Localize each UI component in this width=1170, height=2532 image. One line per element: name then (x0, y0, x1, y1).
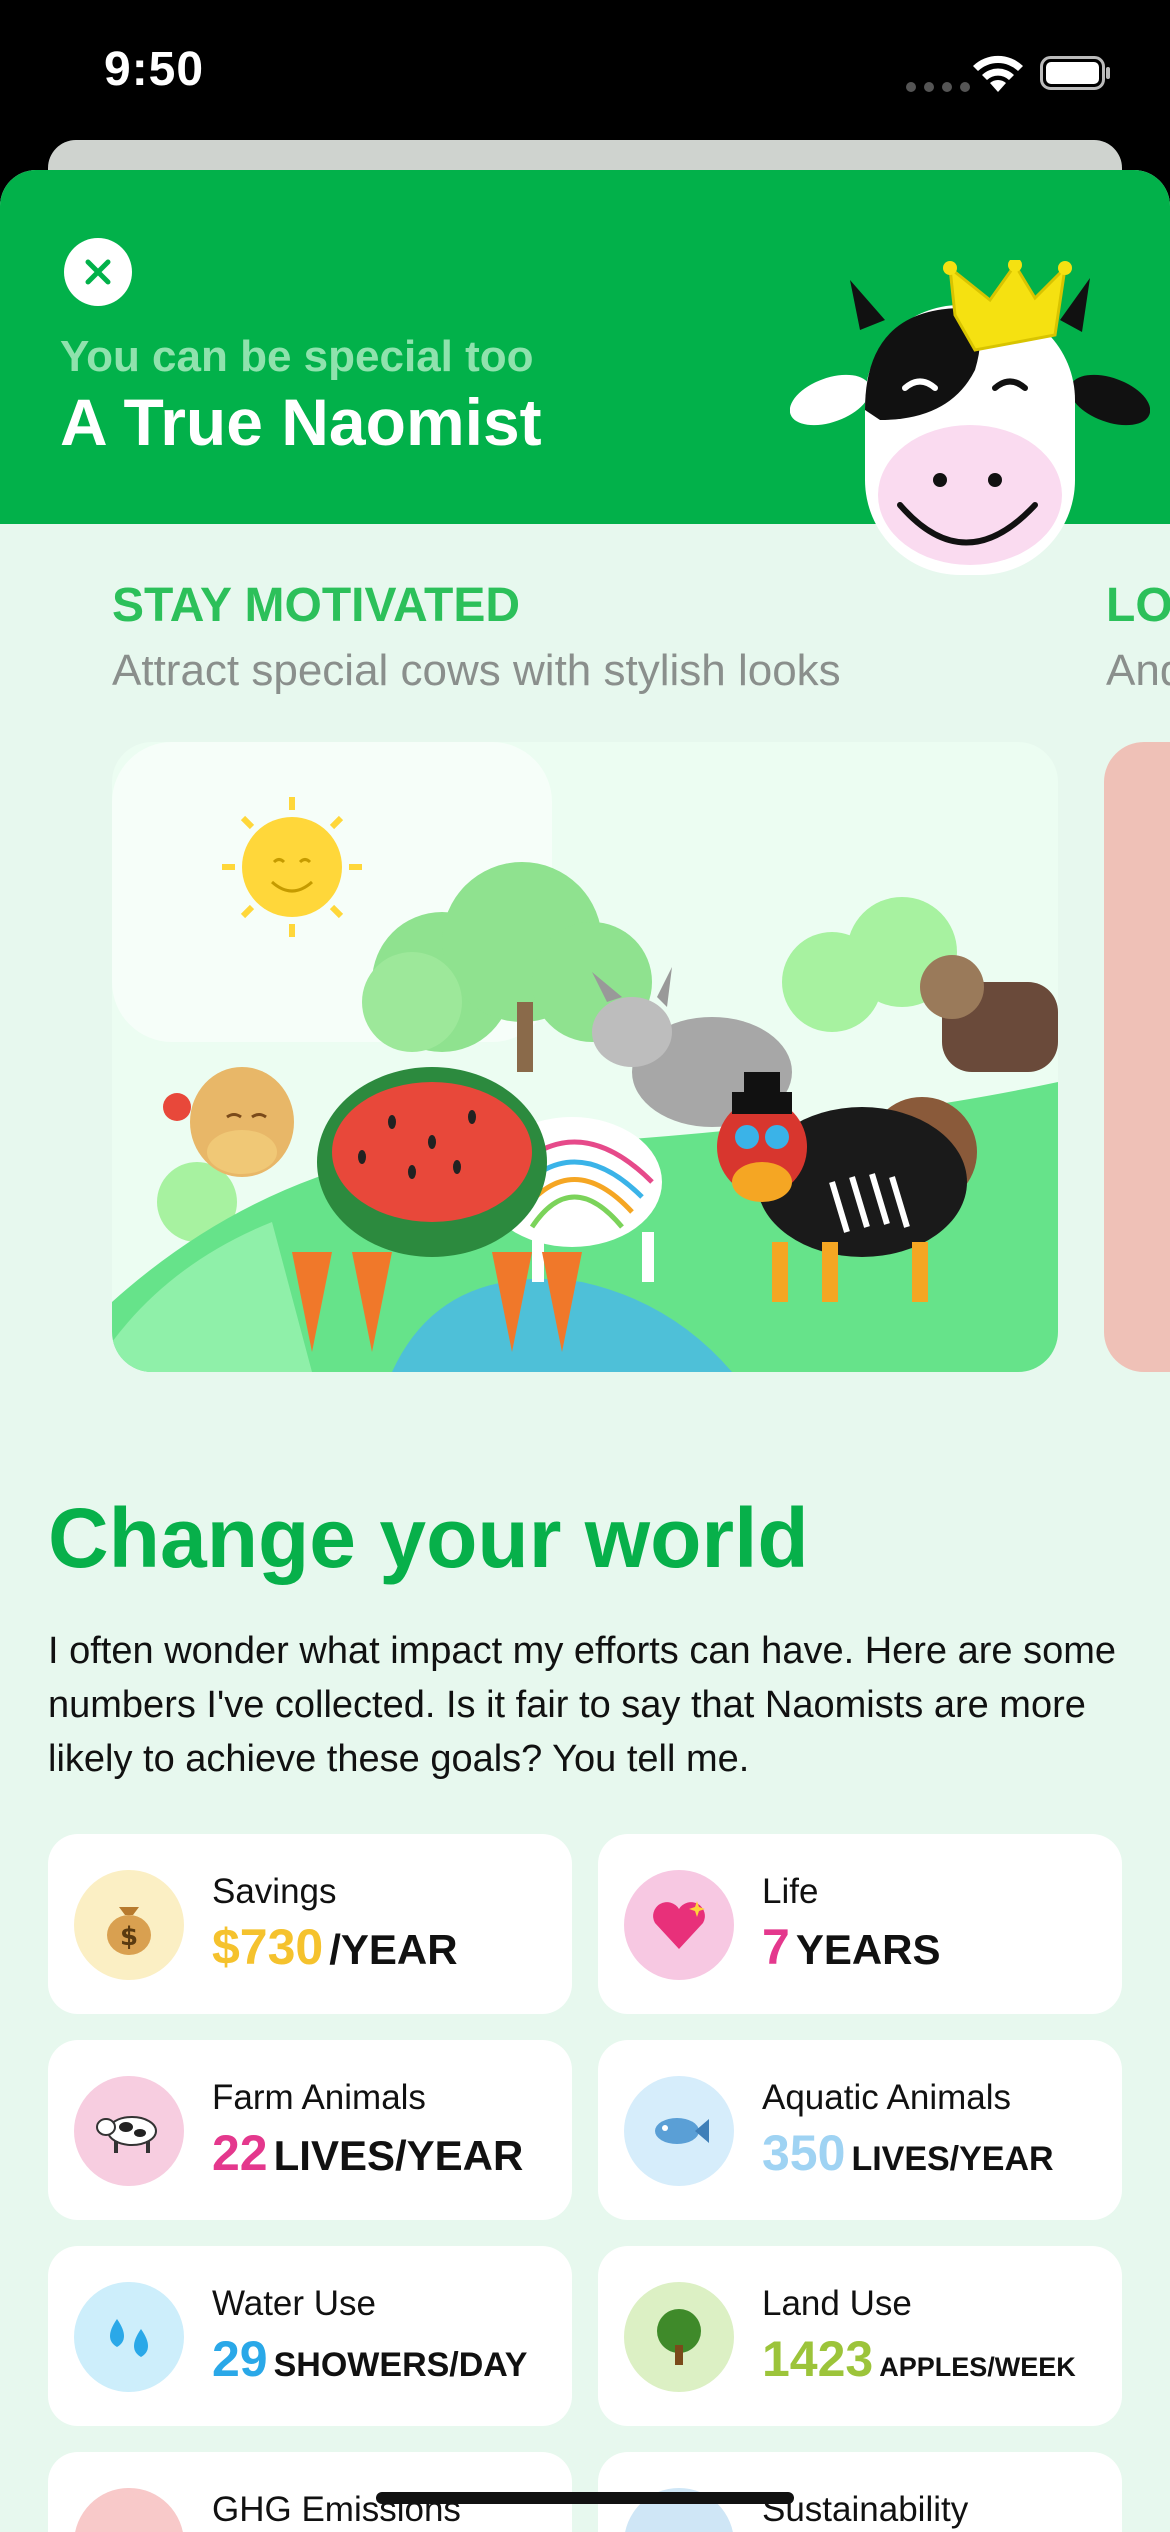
wifi-icon (973, 55, 1023, 92)
stat-card-savings[interactable]: $ Savings $730/YEAR (48, 1834, 572, 2014)
stat-label: Savings (212, 1872, 337, 1911)
stat-label: Aquatic Animals (762, 2078, 1012, 2117)
stat-card-water-use[interactable]: Water Use 29 SHOWERS/DAY (48, 2246, 572, 2426)
header-subtitle: You can be special too (60, 332, 534, 381)
cellular-signal-icon (906, 82, 970, 92)
status-bar: 9:50 (0, 0, 1170, 150)
stat-value: $730/YEAR (212, 1918, 458, 1976)
close-button[interactable] (64, 238, 132, 306)
stat-unit: LIVES/YEAR (273, 2132, 524, 2179)
crowned-cow-mascot (790, 260, 1150, 575)
stat-number: 29 (212, 2331, 268, 2387)
stat-card-life[interactable]: Life 7 YEARS (598, 1834, 1122, 2014)
stat-unit: /YEAR (329, 1926, 458, 1973)
battery-icon (1040, 56, 1110, 90)
stat-number: 1423 (762, 2331, 874, 2387)
home-indicator[interactable] (376, 2492, 794, 2504)
stat-number: 7 (762, 1919, 790, 1975)
stat-unit: YEARS (795, 1926, 941, 1973)
modal-sheet: You can be special too A True Naomist ST… (0, 170, 1170, 2532)
cloud-icon (74, 2488, 184, 2532)
stat-number: 350 (762, 2125, 846, 2181)
header-title: A True Naomist (60, 385, 542, 459)
stat-unit: LIVES/YEAR (851, 2140, 1054, 2178)
close-icon (85, 259, 111, 285)
stat-value: 1423 APPLES/WEEK (762, 2330, 1076, 2388)
slide-heading: STAY MOTIVATED (112, 579, 521, 632)
stat-card-land-use[interactable]: Land Use 1423 APPLES/WEEK (598, 2246, 1122, 2426)
money-bag-icon: $ (74, 1870, 184, 1980)
next-slide-description: And (1106, 646, 1170, 695)
cow-icon (74, 2076, 184, 2186)
stat-label: Land Use (762, 2284, 912, 2323)
stat-label: Water Use (212, 2284, 377, 2323)
droplets-icon (74, 2282, 184, 2392)
next-slide-heading: LO (1106, 579, 1170, 632)
fish-icon (624, 2076, 734, 2186)
tree-icon (624, 2282, 734, 2392)
sparkling-heart-icon (624, 1870, 734, 1980)
stat-unit: APPLES/WEEK (879, 2352, 1076, 2382)
slide-description: Attract special cows with stylish looks (112, 646, 841, 695)
stat-label: Farm Animals (212, 2078, 426, 2117)
stat-value: 29 SHOWERS/DAY (212, 2330, 527, 2388)
stat-value: 350 LIVES/YEAR (762, 2124, 1054, 2182)
stat-card-aquatic-animals[interactable]: Aquatic Animals 350 LIVES/YEAR (598, 2040, 1122, 2220)
stat-value: 22 LIVES/YEAR (212, 2124, 523, 2182)
stat-card-farm-animals[interactable]: Farm Animals 22 LIVES/YEAR (48, 2040, 572, 2220)
stat-value: 7 YEARS (762, 1918, 941, 1976)
stat-number: 22 (212, 2125, 268, 2181)
stat-label: Life (762, 1872, 819, 1911)
section-heading: Change your world (48, 1491, 809, 1585)
status-time: 9:50 (104, 43, 205, 96)
stat-number: $730 (212, 1919, 324, 1975)
stat-unit: SHOWERS/DAY (273, 2346, 528, 2384)
next-slide-card[interactable] (1104, 742, 1170, 1372)
svg-text:$: $ (120, 1922, 138, 1952)
farm-scene-illustration[interactable] (112, 742, 1058, 1372)
section-paragraph: I often wonder what impact my efforts ca… (48, 1630, 1117, 1780)
